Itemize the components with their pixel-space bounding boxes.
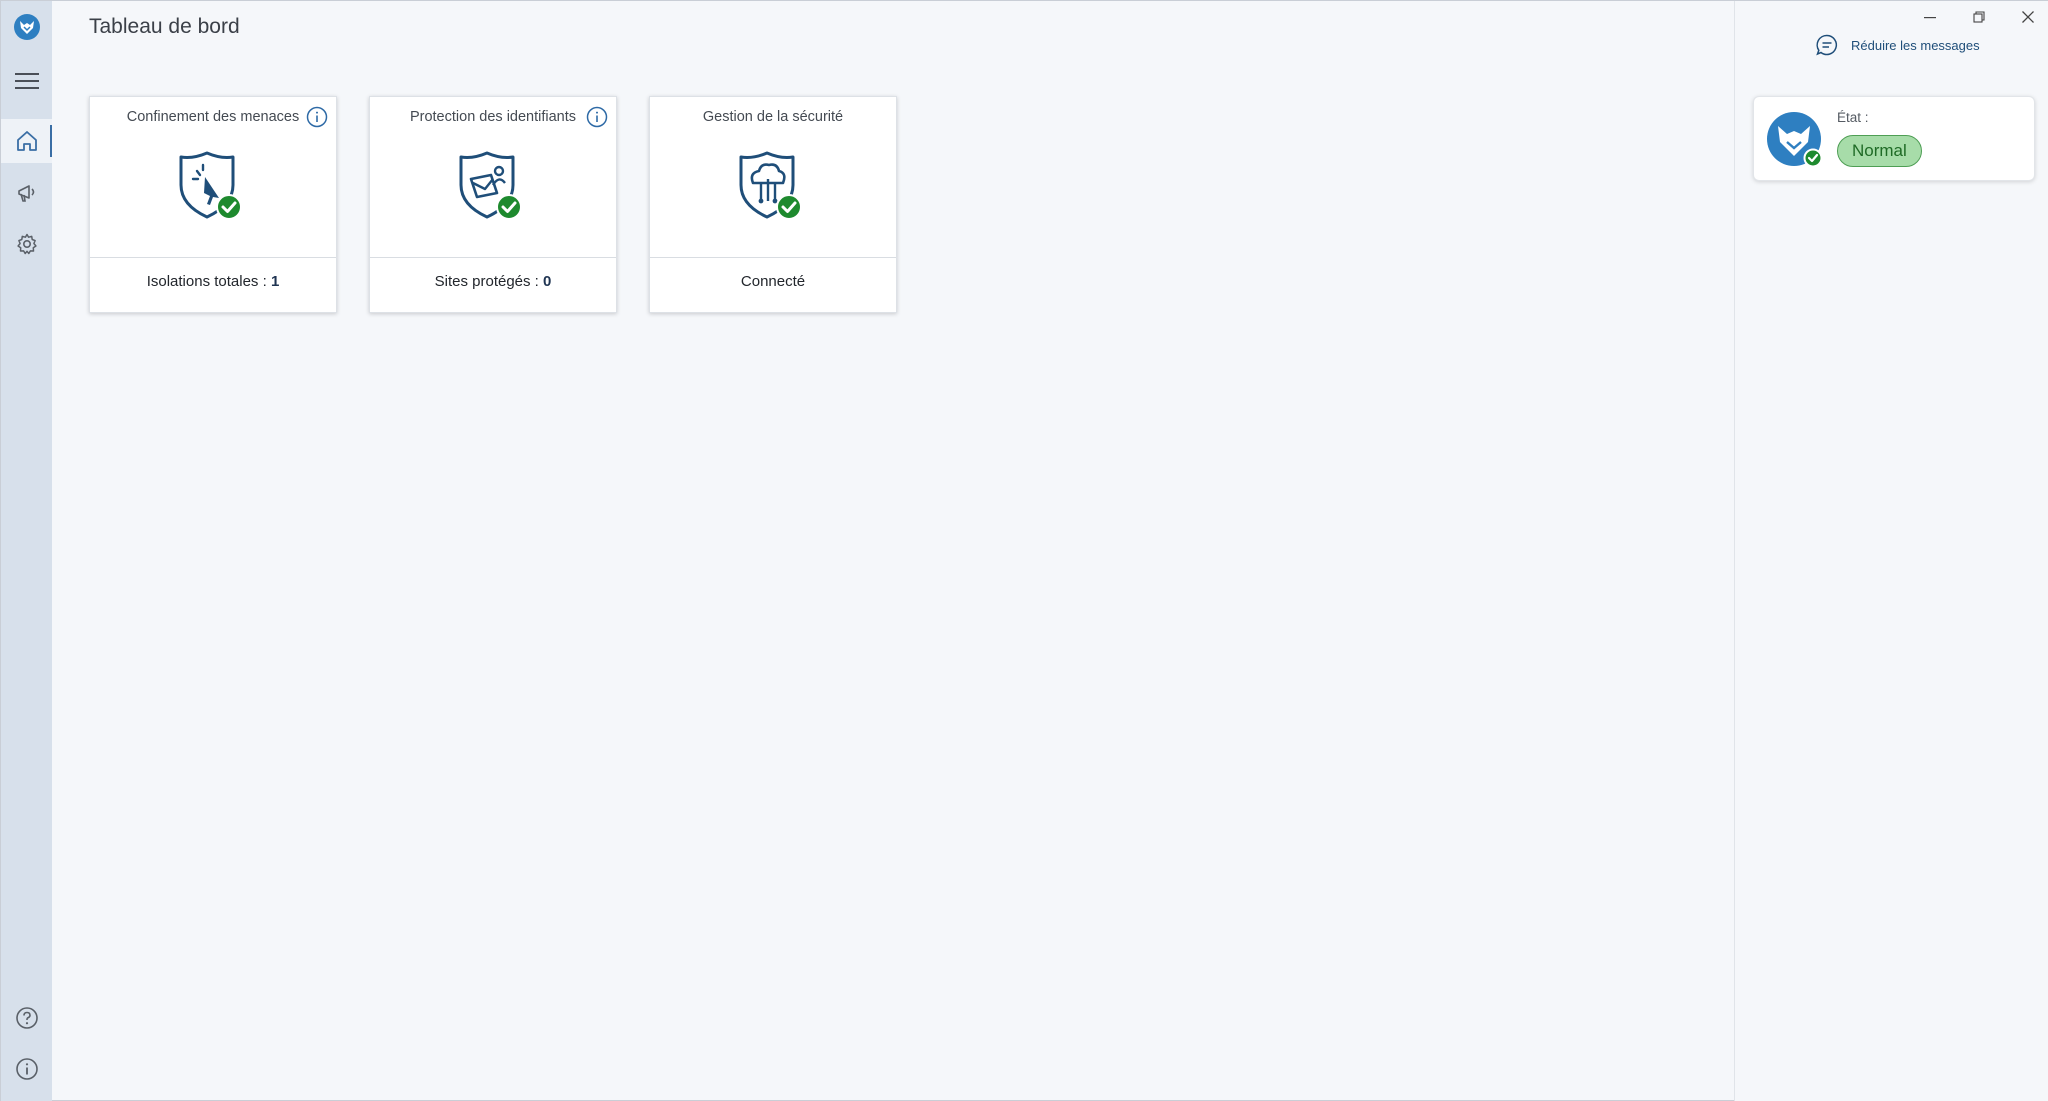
card-title: Protection des identifiants: [409, 109, 577, 125]
app-window: Tableau de bord Confinement des menaces …: [0, 0, 2048, 1101]
app-logo[interactable]: [1, 5, 52, 49]
info-icon: [15, 1058, 38, 1080]
shield-credentials-icon: [459, 151, 522, 220]
chat-bubble-icon: [1816, 34, 1838, 56]
app-logo-icon: [13, 14, 40, 40]
page-title: Tableau de bord: [89, 15, 240, 38]
card-divider: [370, 257, 616, 258]
sites-label: Sites protégés :: [434, 273, 544, 290]
isolations-label: Isolations totales :: [146, 273, 271, 290]
card-footer: Isolations totales : 1: [90, 273, 336, 290]
status-badge: Normal: [1837, 135, 1922, 167]
nav-home[interactable]: [1, 119, 52, 163]
card-threat-containment[interactable]: Confinement des menaces Isolations total…: [89, 96, 337, 313]
restore-button[interactable]: [1964, 5, 1994, 29]
card-divider: [90, 257, 336, 258]
about-button[interactable]: [1, 1047, 52, 1091]
nav-rail: [1, 1, 52, 1101]
card-credential-protection[interactable]: Protection des identifiants Sites protég…: [369, 96, 617, 313]
info-icon[interactable]: [586, 106, 608, 128]
shield-cloud-icon: [739, 151, 802, 220]
close-icon: [2022, 11, 2034, 23]
card-footer: Connecté: [650, 273, 896, 290]
connection-status: Connecté: [740, 273, 806, 290]
minimize-icon: [1924, 17, 1936, 19]
card-divider: [650, 257, 896, 258]
isolations-count: 1: [270, 273, 280, 290]
sites-count: 0: [543, 273, 552, 290]
info-icon[interactable]: [306, 106, 328, 128]
nav-alerts[interactable]: [1, 171, 52, 215]
megaphone-icon: [17, 185, 34, 202]
menu-button[interactable]: [1, 59, 52, 103]
minimize-button[interactable]: [1915, 5, 1945, 29]
hamburger-icon: [14, 73, 39, 89]
reduce-messages-button[interactable]: Réduire les messages: [1815, 33, 1980, 57]
restore-icon: [1973, 11, 1985, 23]
close-button[interactable]: [2013, 5, 2043, 29]
right-panel: Réduire les messages État : Normal: [1734, 1, 2048, 1101]
shield-cursor-icon: [179, 151, 242, 220]
gear-icon: [16, 233, 37, 255]
status-label: État :: [1837, 110, 1869, 125]
app-avatar-icon: [1767, 112, 1823, 168]
card-footer: Sites protégés : 0: [370, 273, 616, 290]
card-security-management[interactable]: Gestion de la sécurité Connecté: [649, 96, 897, 313]
card-title: Gestion de la sécurité: [702, 109, 844, 125]
help-icon: [15, 1007, 38, 1029]
nav-settings[interactable]: [1, 222, 52, 266]
home-icon: [16, 131, 37, 151]
card-title: Confinement des menaces: [126, 109, 300, 125]
help-button[interactable]: [1, 996, 52, 1040]
status-card: État : Normal: [1753, 96, 2035, 181]
reduce-messages-label: Réduire les messages: [1851, 37, 1980, 53]
